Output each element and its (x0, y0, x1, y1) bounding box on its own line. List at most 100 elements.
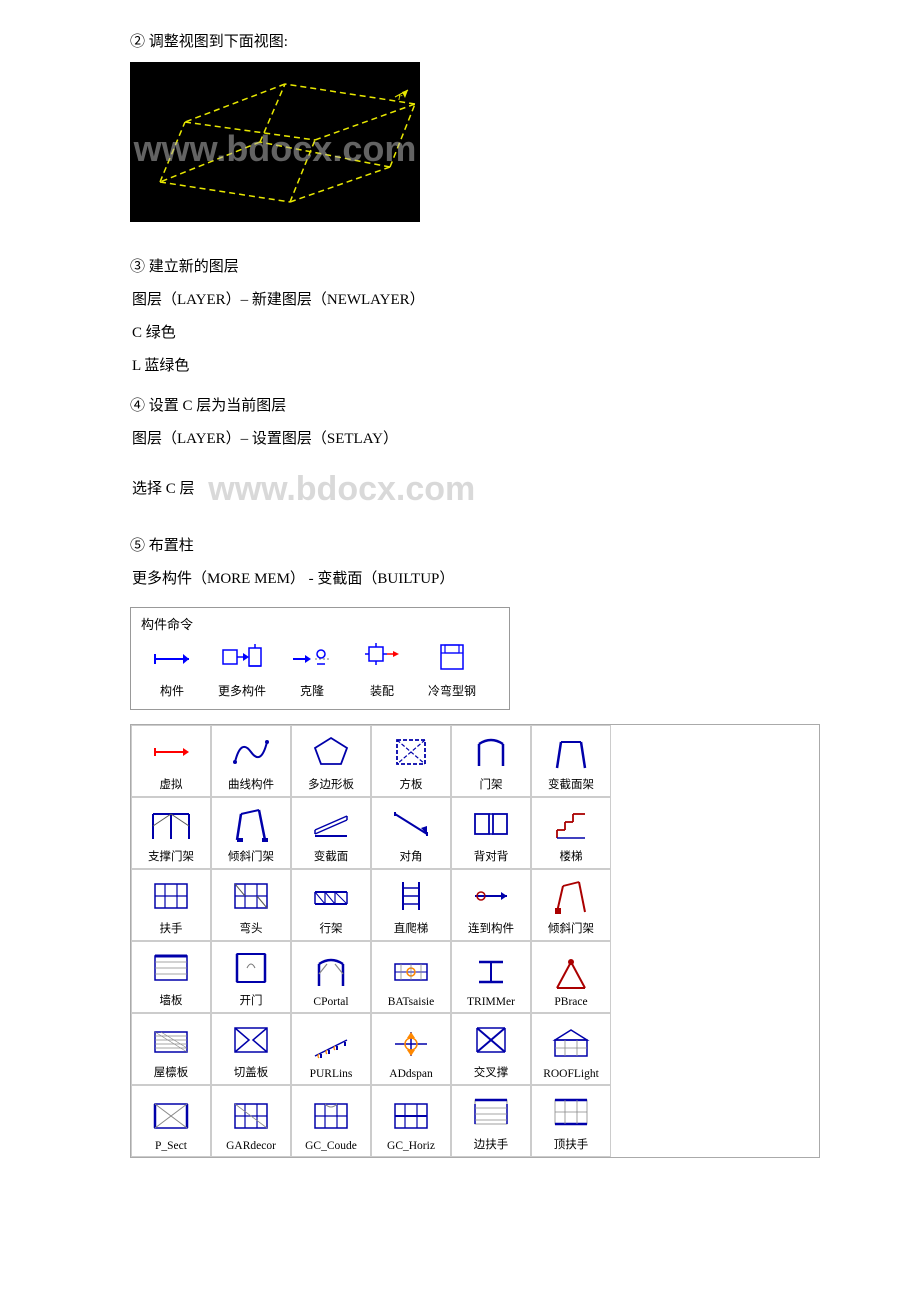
grid-item-addspan[interactable]: ADdspan (371, 1013, 451, 1085)
grid-item-curve[interactable]: 曲线构件 (211, 725, 291, 797)
gc-coude-icon (309, 1094, 353, 1138)
icon-grid: 虚拟 曲线构件 多边形板 方板 (130, 724, 820, 1158)
grid-item-pbrace[interactable]: PBrace (531, 941, 611, 1013)
grid-label-2-1: 弯头 (240, 920, 263, 936)
panel-item-assemble[interactable]: 装配 (351, 639, 413, 699)
panel-item-clone[interactable]: 克隆 (281, 639, 343, 699)
step3-sub1: 图层（LAYER）– 新建图层（NEWLAYER） (130, 287, 820, 314)
panel-item-label-0: 构件 (160, 682, 184, 699)
grid-label-3-2: CPortal (313, 996, 348, 1008)
grid-item-door[interactable]: 开门 (211, 941, 291, 1013)
grid-item-purlins[interactable]: PURLins (291, 1013, 371, 1085)
panel-title: 构件命令 (141, 614, 499, 633)
grid-label-5-5: 顶扶手 (554, 1136, 589, 1152)
grid-label-4-5: ROOFLight (543, 1068, 599, 1080)
xuni-icon (149, 730, 193, 774)
assemble-icon (358, 639, 406, 679)
step5-section: ⑤ 布置柱 更多构件（MORE MEM） - 变截面（BUILTUP） (130, 534, 820, 593)
step3-sub3: L 蓝绿色 (130, 353, 820, 380)
square-plate-icon (389, 730, 433, 774)
grid-item-gardecor[interactable]: GARdecor (211, 1085, 291, 1157)
wall-panel-icon (149, 946, 193, 990)
grid-label-5-1: GARdecor (226, 1140, 276, 1152)
grid-item-truss[interactable]: 行架 (291, 869, 371, 941)
grid-label-0-0: 虚拟 (160, 776, 183, 792)
grid-item-top-handrail[interactable]: 顶扶手 (531, 1085, 611, 1157)
grid-label-4-1: 切盖板 (234, 1064, 269, 1080)
step3-section: ③ 建立新的图层 图层（LAYER）– 新建图层（NEWLAYER） C 绿色 … (130, 255, 820, 380)
grid-item-polygon-plate[interactable]: 多边形板 (291, 725, 371, 797)
step4-sub2: 选择 C 层 www.bdocx.com (130, 459, 820, 520)
grid-label-5-2: GC_Coude (305, 1140, 357, 1152)
grid-label-1-2: 变截面 (314, 848, 349, 864)
grid-item-cportal[interactable]: CPortal (291, 941, 371, 1013)
panel-item-cold-bend[interactable]: 冷弯型钢 (421, 639, 483, 699)
polygon-plate-icon (309, 730, 353, 774)
grid-item-batsaisie[interactable]: BATsaisie (371, 941, 451, 1013)
cross-brace-icon (469, 1018, 513, 1062)
gou-jian-icon (148, 639, 196, 679)
grid-item-gc-coude[interactable]: GC_Coude (291, 1085, 371, 1157)
connect-member-icon (469, 874, 513, 918)
grid-label-3-3: BATsaisie (388, 996, 434, 1008)
panel-item-label-4: 冷弯型钢 (428, 682, 476, 699)
grid-item-elbow[interactable]: 弯头 (211, 869, 291, 941)
grid-item-variable-frame[interactable]: 变截面架 (531, 725, 611, 797)
panel-item-more[interactable]: 更多构件 (211, 639, 273, 699)
grid-item-cross-brace[interactable]: 交叉撑 (451, 1013, 531, 1085)
curve-icon (229, 730, 273, 774)
step3-sub2: C 绿色 (130, 320, 820, 347)
grid-item-diagonal[interactable]: 对角 (371, 797, 451, 869)
grid-label-2-3: 直爬梯 (394, 920, 429, 936)
grid-item-square-plate[interactable]: 方板 (371, 725, 451, 797)
grid-item-rooflight[interactable]: ROOFLight (531, 1013, 611, 1085)
grid-label-4-2: PURLins (310, 1068, 353, 1080)
panel-item-gou-jian[interactable]: 构件 (141, 639, 203, 699)
grid-label-0-3: 方板 (400, 776, 423, 792)
grid-item-stairs[interactable]: 楼梯 (531, 797, 611, 869)
door-icon (229, 946, 273, 990)
grid-item-trimmer[interactable]: TRIMMer (451, 941, 531, 1013)
grid-item-inclined-portal[interactable]: 倾斜门架 (211, 797, 291, 869)
grid-label-1-0: 支撑门架 (148, 848, 194, 864)
grid-item-straight-ladder[interactable]: 直爬梯 (371, 869, 451, 941)
grid-label-2-0: 扶手 (160, 920, 183, 936)
grid-item-xuni[interactable]: 虚拟 (131, 725, 211, 797)
grid-item-connect-member[interactable]: 连到构件 (451, 869, 531, 941)
grid-label-3-4: TRIMMer (467, 996, 515, 1008)
grid-item-portal[interactable]: 门架 (451, 725, 531, 797)
panel-item-label-3: 装配 (370, 682, 394, 699)
elbow-icon (229, 874, 273, 918)
grid-item-cut-panel[interactable]: 切盖板 (211, 1013, 291, 1085)
grid-label-5-0: P_Sect (155, 1140, 187, 1152)
grid-item-back-to-back[interactable]: 背对背 (451, 797, 531, 869)
step4-sub1: 图层（LAYER）– 设置图层（SETLAY） (130, 426, 820, 453)
braced-portal-icon (149, 802, 193, 846)
grid-item-braced-portal[interactable]: 支撑门架 (131, 797, 211, 869)
step2-heading: ② 调整视图到下面视图: (130, 30, 820, 54)
grid-item-handrail[interactable]: 扶手 (131, 869, 211, 941)
cad-view-image: r (130, 62, 420, 222)
side-handrail-icon (469, 1090, 513, 1134)
straight-ladder-icon (389, 874, 433, 918)
step5-heading: ⑤ 布置柱 (130, 534, 820, 558)
step4-heading: ④ 设置 C 层为当前图层 (130, 394, 820, 418)
grid-label-4-0: 屋檩板 (154, 1064, 189, 1080)
grid-item-wall-panel[interactable]: 墙板 (131, 941, 211, 1013)
panel-item-label-1: 更多构件 (218, 682, 266, 699)
more-icon (218, 639, 266, 679)
inclined-portal2-icon (549, 874, 593, 918)
gc-horiz-icon (389, 1094, 433, 1138)
grid-item-side-handrail[interactable]: 边扶手 (451, 1085, 531, 1157)
grid-item-roof-panel[interactable]: 屋檩板 (131, 1013, 211, 1085)
grid-label-1-3: 对角 (400, 848, 423, 864)
cportal-icon (309, 950, 353, 994)
grid-item-gc-horiz[interactable]: GC_Horiz (371, 1085, 451, 1157)
grid-label-3-0: 墙板 (160, 992, 183, 1008)
grid-label-1-4: 背对背 (474, 848, 509, 864)
grid-item-p-sect[interactable]: P_Sect (131, 1085, 211, 1157)
grid-item-variable-section[interactable]: 变截面 (291, 797, 371, 869)
variable-section-icon (309, 802, 353, 846)
grid-item-inclined-portal2[interactable]: 倾斜门架 (531, 869, 611, 941)
stairs-icon (549, 802, 593, 846)
